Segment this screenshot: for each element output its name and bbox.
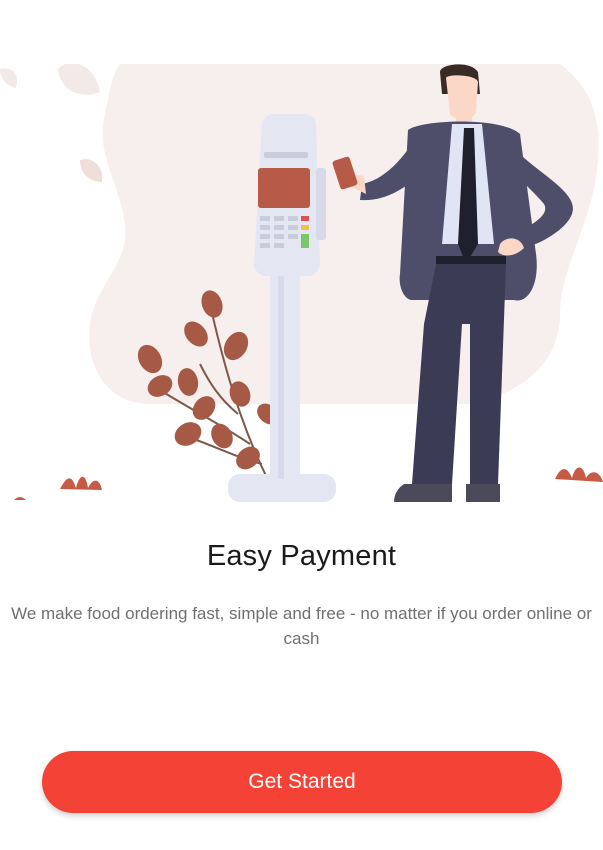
background-leaves	[0, 64, 103, 182]
page-title: Easy Payment	[206, 540, 397, 572]
page-description: We make food ordering fast, simple and f…	[11, 604, 592, 648]
onboarding-screen: Easy Payment We make food ordering fast,…	[0, 0, 603, 850]
payment-illustration	[0, 64, 603, 502]
get-started-button[interactable]: Get Started	[42, 751, 562, 813]
